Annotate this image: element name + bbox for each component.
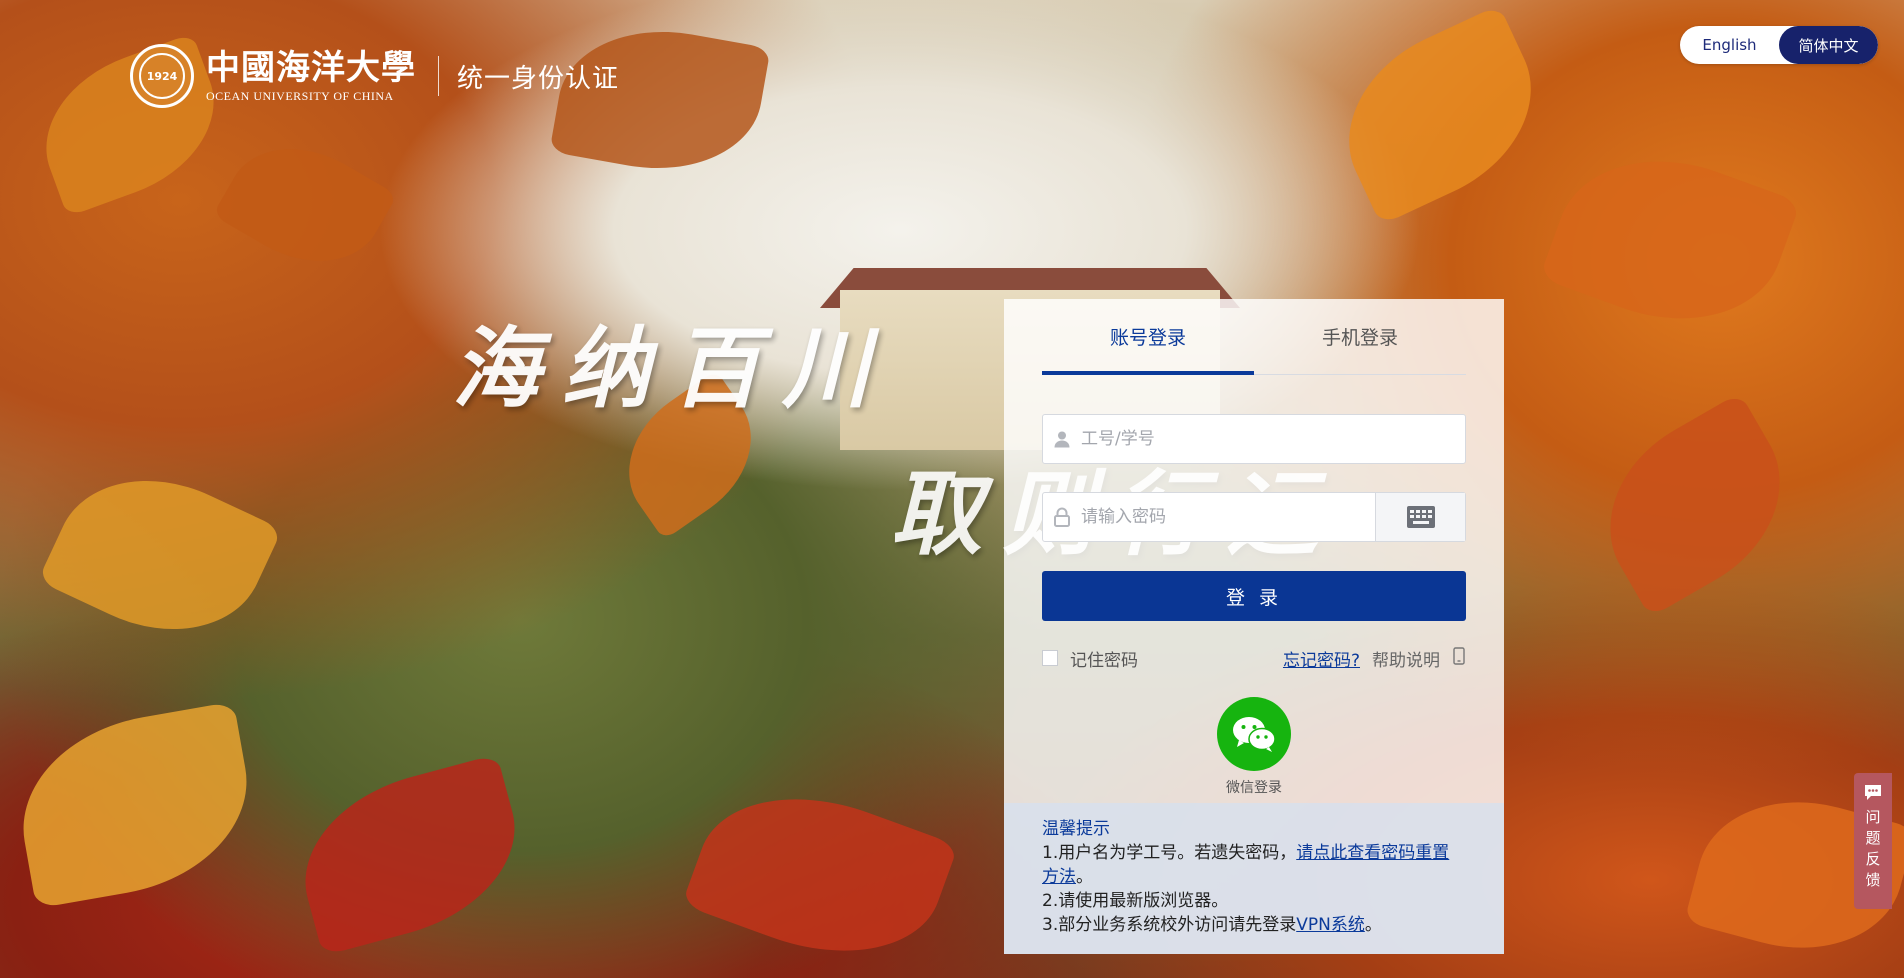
keyboard-icon bbox=[1406, 506, 1435, 528]
login-links: 忘记密码? 帮助说明 bbox=[1283, 646, 1466, 671]
lang-english-button[interactable]: English bbox=[1680, 26, 1779, 64]
lock-icon bbox=[1043, 507, 1081, 527]
university-name-cn: 中國海洋大學 bbox=[206, 47, 416, 88]
login-submit-button[interactable]: 登 录 bbox=[1042, 571, 1466, 621]
leaf-decoration bbox=[6, 701, 264, 909]
tip-text: 。 bbox=[1076, 867, 1093, 887]
feedback-button[interactable]: 问题反馈 bbox=[1854, 773, 1892, 909]
username-field bbox=[1042, 414, 1466, 464]
header-divider bbox=[438, 56, 439, 96]
tip-line-1: 1.用户名为学工号。若遗失密码，请点此查看密码重置方法。 bbox=[1042, 841, 1466, 889]
university-name-en: OCEAN UNIVERSITY OF CHINA bbox=[206, 88, 394, 103]
login-tabs: 账号登录 手机登录 bbox=[1042, 299, 1466, 375]
leaf-decoration bbox=[1575, 392, 1815, 618]
tab-phone-login[interactable]: 手机登录 bbox=[1254, 299, 1466, 374]
tip-line-3: 3.部分业务系统校外访问请先登录VPN系统。 bbox=[1042, 913, 1466, 937]
system-title: 统一身份认证 bbox=[457, 63, 620, 94]
leaf-decoration bbox=[1539, 127, 1801, 353]
tips-box: 温馨提示 1.用户名为学工号。若遗失密码，请点此查看密码重置方法。 2.请使用最… bbox=[1004, 803, 1504, 954]
username-input[interactable] bbox=[1081, 415, 1465, 463]
leaf-decoration bbox=[681, 763, 959, 978]
tab-account-login[interactable]: 账号登录 bbox=[1042, 299, 1254, 375]
tip-text: 。 bbox=[1364, 915, 1382, 935]
leaf-decoration bbox=[212, 119, 398, 291]
emblem-year: 1924 bbox=[139, 53, 185, 99]
password-field bbox=[1042, 492, 1466, 542]
university-emblem-icon: 1924 bbox=[130, 44, 194, 108]
leaf-decoration bbox=[1317, 4, 1563, 226]
leaf-decoration bbox=[284, 754, 536, 956]
feedback-label: 问题反馈 bbox=[1865, 808, 1881, 889]
user-icon bbox=[1043, 430, 1081, 448]
wechat-login-button[interactable] bbox=[1217, 697, 1291, 771]
chat-bubble-icon bbox=[1865, 785, 1881, 800]
wechat-icon bbox=[1233, 717, 1276, 752]
university-name: 中國海洋大學 OCEAN UNIVERSITY OF CHINA bbox=[206, 49, 416, 104]
leaf-decoration bbox=[37, 444, 283, 666]
vpn-link[interactable]: VPN系统 bbox=[1296, 915, 1365, 935]
tips-title: 温馨提示 bbox=[1042, 819, 1110, 839]
mobile-icon[interactable] bbox=[1452, 647, 1466, 669]
wechat-login: 微信登录 bbox=[1004, 697, 1504, 797]
login-options: 记住密码 忘记密码? 帮助说明 bbox=[1042, 645, 1466, 671]
tip-text: 1.用户名为学工号。若遗失密码， bbox=[1042, 843, 1297, 863]
tip-line-2: 2.请使用最新版浏览器。 bbox=[1042, 891, 1229, 911]
tip-text: 3.部分业务系统校外访问请先登录 bbox=[1042, 915, 1297, 935]
help-link[interactable]: 帮助说明 bbox=[1372, 646, 1440, 671]
university-logo[interactable]: 1924 中國海洋大學 OCEAN UNIVERSITY OF CHINA 统一… bbox=[130, 44, 619, 108]
virtual-keyboard-button[interactable] bbox=[1375, 493, 1465, 541]
remember-password-label[interactable]: 记住密码 bbox=[1070, 646, 1138, 671]
wechat-login-label: 微信登录 bbox=[1226, 780, 1282, 796]
slogan-line-1: 海纳百川 bbox=[452, 316, 893, 420]
login-panel: 账号登录 手机登录 登 录 记住密码 忘记密码? bbox=[1004, 299, 1504, 954]
remember-password-checkbox[interactable] bbox=[1042, 650, 1058, 666]
lang-chinese-button[interactable]: 简体中文 bbox=[1779, 26, 1878, 64]
password-input[interactable] bbox=[1081, 493, 1375, 541]
forgot-password-link[interactable]: 忘记密码? bbox=[1283, 646, 1360, 671]
language-switch: English 简体中文 bbox=[1680, 26, 1878, 64]
